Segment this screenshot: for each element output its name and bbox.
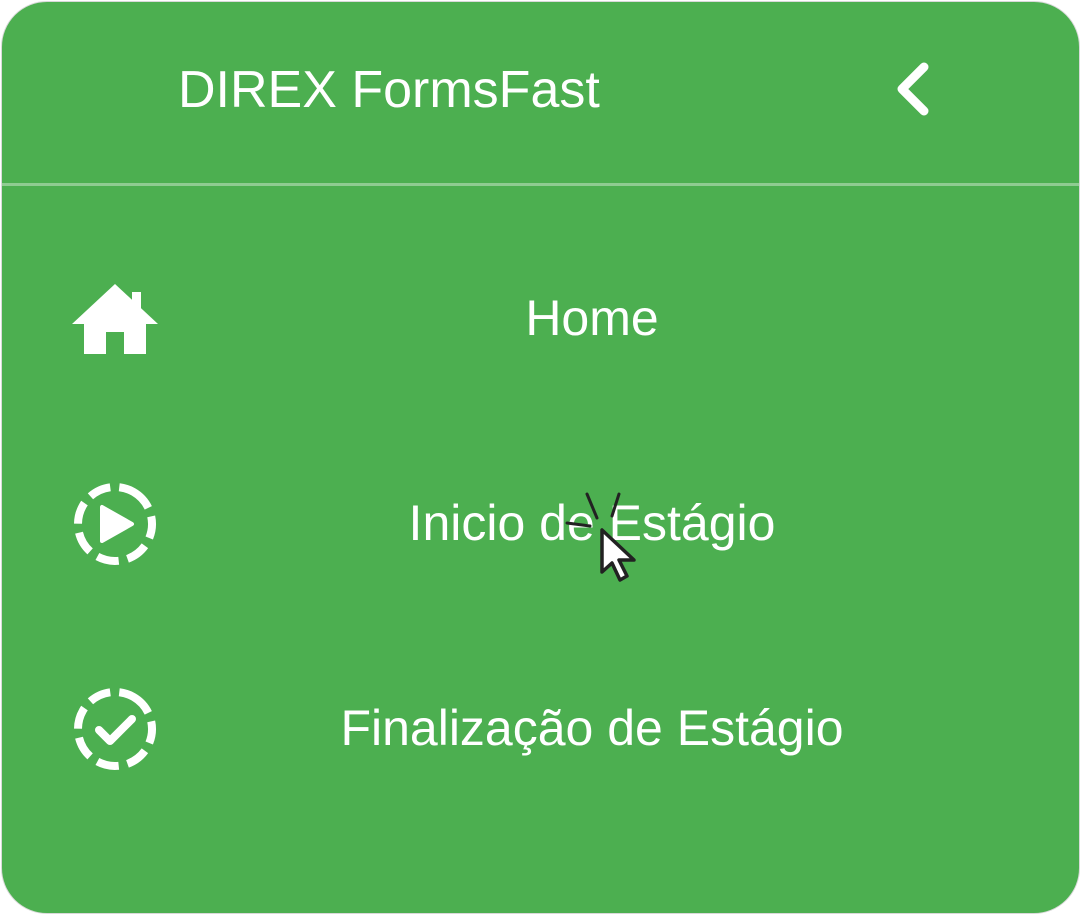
chevron-left-icon [897,62,929,116]
check-circle-dashed-icon [70,684,160,774]
header-divider [2,183,1079,186]
nav-item-finalizacao-de-estagio[interactable]: Finalização de Estágio [2,636,1079,816]
nav-item-label: Home [525,290,659,346]
nav-item-home[interactable]: Home [2,226,1079,406]
collapse-sidebar-button[interactable] [882,54,946,124]
nav-item-label: Finalização de Estágio [340,700,844,756]
play-circle-dashed-icon [70,479,160,569]
home-icon [70,274,160,364]
sidebar-header: DIREX FormsFast [2,2,1079,184]
app-title: DIREX FormsFast [178,61,600,119]
nav-item-label: Inicio de Estágio [408,495,776,551]
sidebar-panel: DIREX FormsFast Home Inicio de Estágio F… [1,1,1080,914]
nav-item-inicio-de-estagio[interactable]: Inicio de Estágio [2,431,1079,611]
